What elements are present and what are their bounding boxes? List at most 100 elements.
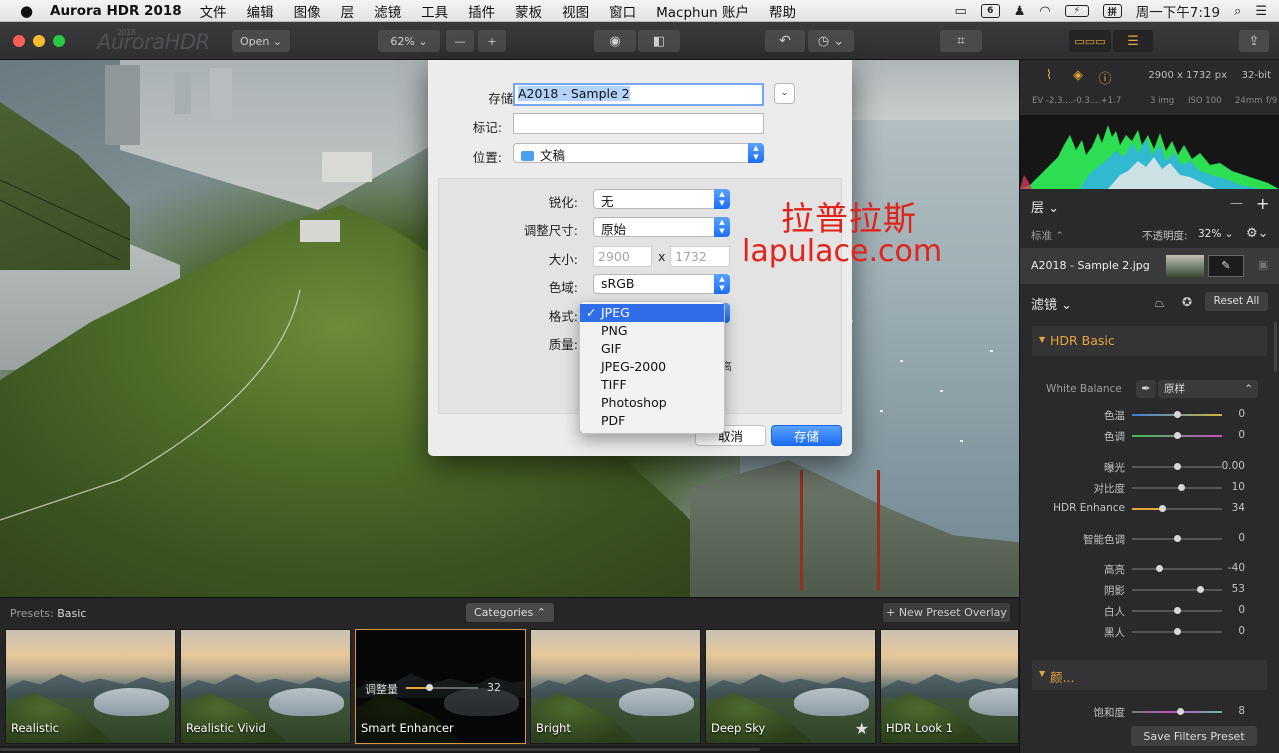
slider-value[interactable]: 53 — [1232, 583, 1245, 595]
slider-highlights[interactable]: 高亮 -40 — [1020, 560, 1279, 578]
slider-value[interactable]: 0 — [1238, 408, 1245, 420]
preset-realistic[interactable]: Realistic — [5, 629, 176, 744]
slider-track[interactable] — [1132, 411, 1222, 418]
add-layer-button[interactable]: + — [1256, 194, 1269, 213]
slider-track[interactable] — [1132, 484, 1222, 491]
display-icon[interactable]: ▭ — [954, 3, 966, 19]
menu-mask[interactable]: 蒙板 — [515, 1, 542, 21]
categories-button[interactable]: Categories ⌃ — [466, 603, 554, 622]
preset-deep-sky[interactable]: Deep Sky ★ — [705, 629, 876, 744]
preset-hdr-look-1[interactable]: HDR Look 1 — [880, 629, 1019, 744]
slider-blacks[interactable]: 黑人 0 — [1020, 623, 1279, 641]
location-select[interactable]: 文稿 ▲ ▼ — [513, 143, 764, 163]
favorite-star-icon[interactable]: ★ — [855, 719, 869, 738]
slider-value[interactable]: 8 — [1238, 705, 1245, 717]
slider-knob[interactable] — [1178, 484, 1185, 491]
zoom-window-button[interactable] — [53, 35, 65, 47]
open-button[interactable]: Open ⌄ — [232, 30, 290, 52]
format-option-pdf[interactable]: PDF — [580, 412, 724, 430]
color-section-header[interactable]: ▼ 颜... — [1032, 660, 1267, 690]
slider-value[interactable]: 34 — [1232, 502, 1245, 514]
tags-field[interactable] — [513, 113, 764, 134]
slider-track[interactable] — [1132, 535, 1222, 542]
menu-file[interactable]: 文件 — [200, 1, 227, 21]
sharpen-select[interactable]: 无 ▲ ▼ — [593, 189, 730, 209]
slider-track[interactable] — [1132, 432, 1222, 439]
menu-image[interactable]: 图像 — [294, 1, 321, 21]
slider-value[interactable]: 0 — [1238, 625, 1245, 637]
slider-value[interactable]: 0 — [1238, 604, 1245, 616]
layer-settings-gear-icon[interactable]: ⚙⌄ — [1246, 226, 1269, 241]
save-filters-preset-button[interactable]: Save Filters Preset — [1131, 726, 1257, 746]
slider-knob[interactable] — [1177, 708, 1185, 715]
slider-hdr-enhance[interactable]: HDR Enhance 34 — [1020, 500, 1279, 518]
slider-tint[interactable]: 色调 0 — [1020, 427, 1279, 445]
format-option-gif[interactable]: GIF — [580, 340, 724, 358]
colorspace-select[interactable]: sRGB ▲ ▼ — [593, 274, 730, 294]
menu-account[interactable]: Macphun 账户 — [656, 1, 749, 21]
slider-knob[interactable] — [1173, 463, 1181, 470]
menu-layer[interactable]: 层 — [341, 1, 355, 21]
hdr-basic-header[interactable]: ▼ HDR Basic — [1032, 326, 1267, 356]
slider-track[interactable] — [1132, 463, 1222, 470]
info-icon[interactable]: ⓘ — [1096, 68, 1114, 87]
slider-value[interactable]: 0 — [1238, 429, 1245, 441]
menu-window[interactable]: 窗口 — [609, 1, 636, 21]
preset-amount-slider[interactable] — [406, 684, 478, 691]
slider-saturation[interactable]: 饱和度 8 — [1020, 703, 1279, 721]
compare-button[interactable]: ◧ — [638, 30, 680, 52]
save-as-field[interactable]: A2018 - Sample 2 — [513, 83, 764, 106]
lock-icon[interactable]: ▣ — [1258, 258, 1268, 271]
reset-all-button[interactable]: Reset All — [1205, 292, 1268, 311]
layer-mask-thumbnail[interactable]: ✎ — [1208, 255, 1244, 277]
slider-knob[interactable] — [1173, 411, 1181, 418]
presets-scrollbar[interactable] — [0, 746, 1019, 753]
format-option-photoshop[interactable]: Photoshop — [580, 394, 724, 412]
slider-value[interactable]: 0.00 — [1222, 460, 1245, 472]
format-option-png[interactable]: PNG — [580, 322, 724, 340]
format-option-jpeg[interactable]: ✓ JPEG — [580, 304, 724, 322]
qq-icon[interactable]: ♟ — [1014, 3, 1026, 19]
app-name-menu[interactable]: Aurora HDR 2018 — [50, 3, 182, 19]
zoom-out-button[interactable]: — — [446, 30, 474, 52]
slider-track[interactable] — [1132, 505, 1222, 512]
slider-knob[interactable] — [1173, 535, 1181, 542]
resize-select[interactable]: 原始 ▲ ▼ — [593, 217, 730, 237]
layers-title[interactable]: 层 ⌄ — [1031, 197, 1059, 216]
crop-button[interactable]: ⌗ — [940, 30, 982, 52]
clock[interactable]: 周一下午7:19 — [1136, 3, 1220, 21]
presets-scrollbar-knob[interactable] — [0, 748, 760, 751]
spotlight-icon[interactable]: ⌕ — [1234, 3, 1241, 19]
slider-value[interactable]: 0 — [1238, 532, 1245, 544]
slider-exposure[interactable]: 曝光 0.00 — [1020, 458, 1279, 476]
width-input[interactable]: 2900 — [593, 246, 652, 267]
slider-contrast[interactable]: 对比度 10 — [1020, 479, 1279, 497]
filters-scrollbar[interactable] — [1274, 322, 1277, 372]
menu-view[interactable]: 视图 — [562, 1, 589, 21]
slider-knob[interactable] — [1173, 432, 1181, 439]
preset-amount-knob[interactable] — [425, 684, 433, 691]
slider-temperature[interactable]: 色温 0 — [1020, 406, 1279, 424]
adjustments-toggle-button[interactable]: ☰ — [1113, 30, 1153, 52]
format-option-tiff[interactable]: TIFF — [580, 376, 724, 394]
slider-whites[interactable]: 白人 0 — [1020, 602, 1279, 620]
preset-bright[interactable]: Bright — [530, 629, 701, 744]
filter-catalog-icon[interactable]: ✪ — [1182, 295, 1192, 309]
zoom-in-button[interactable]: + — [478, 30, 506, 52]
slider-smart-tone[interactable]: 智能色调 0 — [1020, 530, 1279, 548]
apple-icon[interactable]: ● — [20, 2, 38, 20]
battery-icon[interactable]: ⚡ — [1064, 5, 1089, 17]
blend-mode-select[interactable]: 标准 ⌃ — [1031, 228, 1064, 243]
slider-knob[interactable] — [1155, 565, 1163, 572]
menu-help[interactable]: 帮助 — [769, 1, 796, 21]
preset-smart-enhancer[interactable]: 调整量 32 Smart Enhancer — [355, 629, 526, 744]
share-button[interactable]: ⇪ — [1239, 30, 1269, 52]
menu-filter[interactable]: 滤镜 — [374, 1, 401, 21]
slider-value[interactable]: -40 — [1228, 562, 1245, 574]
histogram-icon[interactable]: ⌇ — [1040, 68, 1058, 84]
opacity-select[interactable]: 32% ⌄ — [1198, 228, 1233, 240]
minimize-window-button[interactable] — [33, 35, 45, 47]
expand-dialog-button[interactable]: ⌄ — [774, 83, 795, 104]
slider-shadows[interactable]: 阴影 53 — [1020, 581, 1279, 599]
preview-eye-button[interactable]: ◉ — [594, 30, 636, 52]
